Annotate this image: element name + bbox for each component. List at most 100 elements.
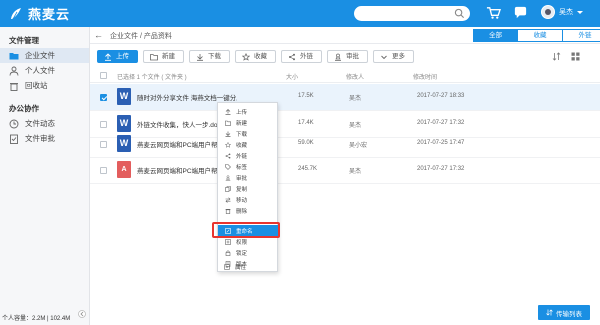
file-size: 17.4K: [298, 120, 314, 126]
permission-icon: [225, 238, 231, 245]
tag-icon: [225, 163, 231, 170]
upload-button[interactable]: 上传: [97, 50, 138, 63]
new-label: 新建: [162, 53, 175, 60]
sidebar-item-file-activity[interactable]: 文件动态: [0, 116, 89, 131]
menu-item-approve[interactable]: 审批: [218, 172, 279, 183]
copy-icon: [225, 185, 231, 192]
tab-shared-links[interactable]: 外链: [563, 29, 600, 42]
search-input[interactable]: [354, 6, 470, 21]
file-modifier: 吴杰: [349, 96, 362, 102]
file-name[interactable]: 随时对外分享文件 海燕文档一键分发.docx: [137, 92, 237, 102]
new-button[interactable]: 新建: [143, 50, 184, 63]
table-row[interactable]: A 燕麦云网页端和PC端用户帮助.pdf 245.7K 吴杰 2017-07-2…: [90, 157, 600, 184]
favorite-label: 收藏: [254, 53, 267, 60]
column-size[interactable]: 大小: [286, 72, 298, 81]
download-icon: [225, 131, 231, 137]
back-arrow-icon[interactable]: ←: [94, 30, 103, 40]
chevron-down-icon: [381, 55, 387, 59]
sidebar-item-label: 企业文件: [25, 51, 55, 60]
breadcrumb-bar: ← 企业文件 / 产品资料 全部 收藏 外链: [90, 27, 600, 44]
user-menu[interactable]: 吴杰: [541, 5, 583, 19]
menu-item-label: 上传: [236, 109, 248, 116]
download-icon: [197, 53, 203, 61]
file-modifier: 吴杰: [349, 169, 362, 175]
tab-favorites[interactable]: 收藏: [518, 29, 563, 42]
menu-item-delete[interactable]: 删除: [218, 205, 279, 216]
approve-label: 审批: [346, 53, 359, 60]
file-size: 17.5K: [298, 93, 314, 99]
menu-item-new[interactable]: 新建: [218, 117, 279, 128]
menu-item-move[interactable]: 移动: [218, 194, 279, 205]
toolbar: 上传 新建 下载 收藏 外链 审批 更多: [97, 50, 414, 63]
transfer-list-label: 传输列表: [556, 310, 582, 318]
table-row[interactable]: W 燕麦云网页端和PC端用户帮助.docx 59.0K 吴小宏 2017-07-…: [90, 131, 600, 158]
sort-icon[interactable]: [552, 52, 561, 61]
menu-item-favorite[interactable]: 收藏: [218, 139, 279, 150]
sidebar-item-label: 个人文件: [25, 66, 55, 75]
upload-icon: [225, 108, 231, 115]
table-row[interactable]: W 随时对外分享文件 海燕文档一键分发.docx 17.5K 吴杰 2017-0…: [90, 84, 600, 111]
row-checkbox[interactable]: [100, 141, 107, 148]
avatar[interactable]: [541, 5, 555, 19]
breadcrumb[interactable]: 企业文件 / 产品资料: [110, 31, 172, 41]
share-link-button[interactable]: 外链: [281, 50, 322, 63]
favorite-button[interactable]: 收藏: [235, 50, 276, 63]
pdf-file-icon: A: [117, 161, 131, 178]
word-file-icon: W: [117, 135, 131, 152]
message-icon[interactable]: [513, 5, 528, 20]
file-name[interactable]: 外链文件收集，快人一步.docx: [137, 119, 227, 129]
file-name[interactable]: 燕麦云网页端和PC端用户帮助.pdf: [137, 165, 227, 175]
table-header: 已选择 1 个文件 ( 文件夹 ) 大小 修改人 修改时间: [90, 69, 600, 83]
menu-item-label: 收藏: [236, 142, 248, 149]
file-modified-time: 2017-07-27 18:33: [417, 93, 465, 99]
menu-item-tag[interactable]: 标签: [218, 161, 279, 172]
cart-icon[interactable]: [486, 5, 501, 20]
more-button[interactable]: 更多: [373, 50, 414, 63]
storage-usage: 个人容量：2.2M | 102.4M: [2, 316, 71, 322]
app-logo[interactable]: 燕麦云: [8, 4, 70, 23]
file-name[interactable]: 燕麦云网页端和PC端用户帮助.docx: [137, 139, 227, 149]
menu-item-copy[interactable]: 复制: [218, 183, 279, 194]
menu-item-upload[interactable]: 上传: [218, 106, 279, 117]
download-label: 下载: [208, 53, 221, 60]
file-modified-time: 2017-07-25 17:47: [417, 140, 465, 146]
menu-item-label: 下载: [236, 131, 248, 138]
menu-item-download[interactable]: 下载: [218, 128, 279, 139]
menu-item-properties-visible[interactable]: 属性: [217, 261, 278, 272]
share-icon: [289, 53, 295, 60]
sidebar-item-recycle-bin[interactable]: 回收站: [0, 78, 89, 93]
highlight-annotation-frame: [212, 222, 280, 238]
tab-all[interactable]: 全部: [473, 29, 518, 42]
search-icon[interactable]: [454, 8, 465, 19]
context-menu: 上传 新建 下载 收藏 外链 标签 审批 复制 移动 删除 重命名 权限 锁定 …: [217, 102, 279, 272]
move-icon: [225, 196, 231, 203]
menu-item-share-link[interactable]: 外链: [218, 150, 279, 161]
activity-icon: [9, 119, 19, 128]
file-modifier: 吴小宏: [349, 143, 368, 149]
sidebar-item-file-approval[interactable]: 文件审批: [0, 131, 89, 146]
new-folder-icon: [150, 53, 158, 60]
transfer-list-button[interactable]: 传输列表: [538, 305, 590, 320]
menu-item-label: 标签: [236, 164, 248, 171]
row-checkbox[interactable]: [100, 121, 107, 128]
approve-button[interactable]: 审批: [327, 50, 368, 63]
download-button[interactable]: 下载: [189, 50, 230, 63]
row-checkbox[interactable]: [100, 167, 107, 174]
file-modifier: 吴杰: [349, 123, 362, 129]
row-checkbox[interactable]: [100, 94, 107, 101]
user-icon: [9, 66, 19, 76]
word-file-icon: W: [117, 88, 131, 105]
approve-icon: [225, 174, 231, 181]
oat-logo-icon: [11, 7, 21, 19]
info-icon: [224, 263, 230, 270]
select-all-checkbox[interactable]: [100, 72, 107, 79]
grid-view-icon[interactable]: [571, 52, 580, 61]
column-modifier[interactable]: 修改人: [346, 72, 364, 81]
sidebar-section-file-management: 文件管理: [9, 36, 39, 45]
collapse-sidebar-icon[interactable]: [78, 308, 86, 320]
sidebar-item-enterprise-files[interactable]: 企业文件: [0, 48, 89, 63]
menu-item-lock[interactable]: 锁定: [218, 247, 279, 258]
menu-item-label: 新建: [236, 120, 248, 127]
column-modified-time[interactable]: 修改时间: [413, 72, 437, 81]
sidebar-item-personal-files[interactable]: 个人文件: [0, 63, 89, 78]
